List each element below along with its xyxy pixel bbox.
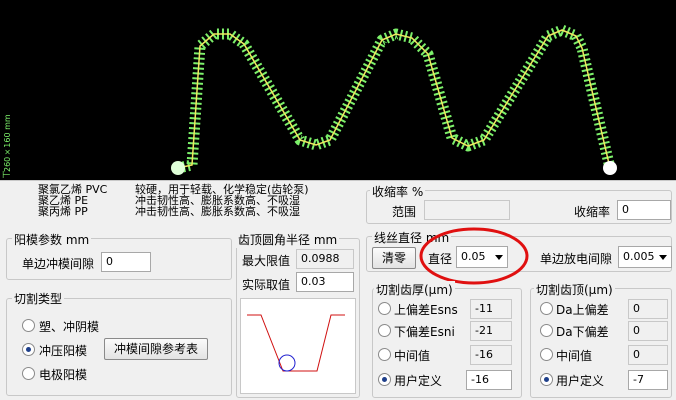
cut-type-option[interactable]: 冲压阳模: [22, 342, 102, 358]
radio-icon[interactable]: [378, 348, 391, 361]
divider: [0, 180, 676, 181]
row-value: 0: [628, 299, 668, 319]
gear-profile-drawing: [171, 24, 617, 175]
cut-type-option[interactable]: 电极阳模: [22, 366, 152, 382]
fillet-title: 齿顶圆角半径 mm: [236, 231, 340, 248]
range-field: [424, 200, 510, 220]
tooth-thickness-row: 下偏差Esni -21: [378, 321, 518, 341]
row-value: -11: [470, 299, 512, 319]
cut-type-label: 冲压阳模: [39, 344, 88, 358]
shrinkage-title: 收缩率 %: [370, 183, 426, 200]
row-label: 中间值: [394, 349, 431, 363]
tooth-tip-row: 中间值 0: [540, 345, 670, 365]
row-label: Da上偏差: [556, 303, 609, 317]
range-label: 范围: [392, 205, 417, 219]
cut-type-title: 切割类型: [12, 290, 65, 307]
row-label: 用户定义: [556, 374, 605, 388]
row-label: 中间值: [556, 349, 593, 363]
row-value: 0: [628, 321, 668, 341]
canvas-size-label: 260×160 mm: [3, 114, 12, 172]
clear-button[interactable]: 清零: [372, 247, 416, 269]
highlight-circle-annotation: [419, 227, 529, 285]
fillet-max-field: 0.0988: [296, 249, 354, 269]
die-clearance-label: 单边冲模间隙: [22, 257, 95, 271]
fillet-actual-input[interactable]: 0.03: [296, 272, 354, 292]
fillet-diagram: [247, 314, 345, 372]
shrinkage-rate-input[interactable]: 0: [617, 200, 671, 220]
radio-icon[interactable]: [378, 302, 391, 315]
radio-icon[interactable]: [540, 373, 553, 386]
radio-icon[interactable]: [378, 373, 391, 386]
row-label: Da下偏差: [556, 325, 609, 339]
fillet-max-label: 最大限值: [242, 254, 291, 268]
cut-type-label: 塑、冲阴模: [39, 320, 100, 334]
radio-icon[interactable]: [378, 324, 391, 337]
fillet-preview: [240, 298, 356, 394]
material-desc: 冲击韧性高、膨胀系数高、不吸湿: [135, 205, 300, 218]
cut-type-option[interactable]: 塑、冲阴模: [22, 318, 152, 334]
material-name: 聚丙烯 PP: [38, 205, 88, 218]
row-label: 上偏差Esns: [394, 303, 458, 317]
trace-start-point: [171, 161, 185, 175]
clearance-reference-button[interactable]: 冲模间隙参考表: [104, 338, 208, 360]
gear-profile-trace: [176, 24, 616, 174]
tooth-thickness-row: 上偏差Esns -11: [378, 299, 518, 319]
shrinkage-rate-label: 收缩率: [574, 205, 611, 219]
tooth-tip-row: Da下偏差 0: [540, 321, 670, 341]
row-label: 下偏差Esni: [394, 325, 455, 339]
spark-gap-label: 单边放电间隙: [540, 252, 613, 266]
radio-icon: [22, 319, 35, 332]
tooth-thickness-title: 切割齿厚(μm): [374, 281, 455, 298]
spark-gap-value: 0.005: [623, 250, 655, 263]
row-value-input[interactable]: -16: [466, 370, 512, 390]
tooth-tip-title: 切割齿顶(μm): [534, 281, 615, 298]
drawing-canvas[interactable]: 260×160 mm ⊢: [0, 0, 676, 181]
fillet-actual-label: 实际取值: [242, 278, 291, 292]
radio-icon[interactable]: [540, 348, 553, 361]
die-clearance-input[interactable]: 0: [101, 252, 151, 272]
tooth-thickness-row: 中间值 -16: [378, 345, 518, 365]
row-value: -16: [470, 345, 512, 365]
trace-end-point: [603, 161, 617, 175]
tooth-tip-row: Da上偏差 0: [540, 299, 670, 319]
material-row: 聚丙烯 PP 冲击韧性高、膨胀系数高、不吸湿: [38, 206, 358, 217]
radio-icon[interactable]: [540, 302, 553, 315]
radio-icon: [22, 343, 35, 356]
tooth-thickness-row: 用户定义 -16: [378, 370, 518, 390]
die-params-title: 阳模参数 mm: [12, 231, 92, 248]
tooth-tip-row: 用户定义 -7: [540, 370, 670, 390]
material-info: 聚氯乙烯 PVC 较硬，用于轻载、化学稳定(齿轮泵) 聚乙烯 PE 冲击韧性高、…: [38, 184, 358, 217]
row-label: 用户定义: [394, 374, 443, 388]
row-value-input[interactable]: -7: [628, 370, 668, 390]
row-value: 0: [628, 345, 668, 365]
radio-icon: [22, 367, 35, 380]
radio-icon[interactable]: [540, 324, 553, 337]
cut-type-label: 电极阳模: [39, 368, 88, 382]
chevron-down-icon: [659, 255, 667, 260]
spark-gap-select[interactable]: 0.005: [618, 246, 672, 268]
row-value: -21: [470, 321, 512, 341]
